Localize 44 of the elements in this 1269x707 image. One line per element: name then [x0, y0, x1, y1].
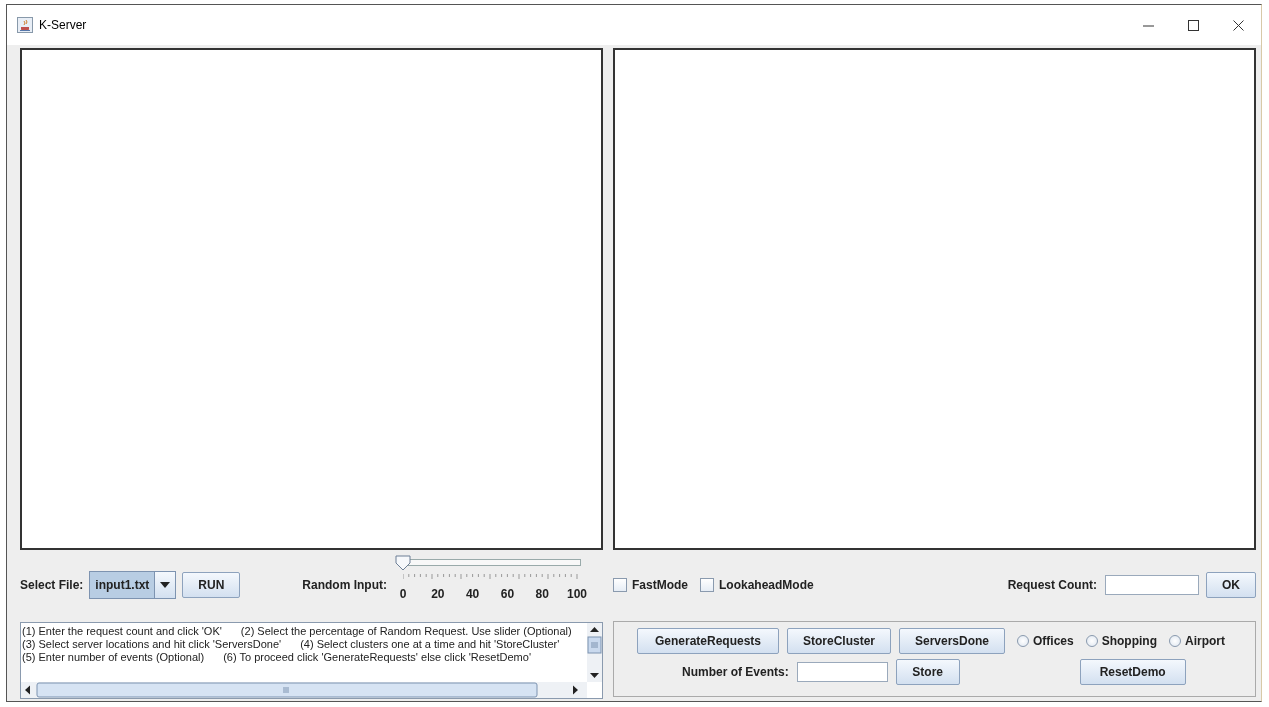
request-count-field[interactable]: [1105, 575, 1199, 595]
action-button[interactable]: StoreCluster: [787, 628, 891, 654]
dropdown-arrow-icon: [160, 582, 171, 588]
radio-button[interactable]: [1085, 635, 1098, 647]
checkbox-label: FastMode: [632, 578, 688, 592]
app-icon: [17, 17, 33, 33]
ok-button[interactable]: OK: [1206, 572, 1256, 598]
tick-label: 20: [431, 587, 445, 601]
instruction-text: (2) Select the percentage of Random Request. Use slider (Optional): [240, 625, 572, 638]
run-button[interactable]: RUN: [182, 572, 241, 598]
random-input-label: Random Input:: [302, 578, 387, 592]
file-dropdown[interactable]: input1.txt: [89, 571, 177, 599]
radio-button[interactable]: [1169, 635, 1181, 647]
number-of-events-field[interactable]: [796, 662, 888, 682]
action-button[interactable]: ServersDone: [899, 628, 1005, 654]
number-of-events-label: Number of Events:: [682, 665, 789, 679]
tick-label: 0: [399, 587, 407, 601]
store-button[interactable]: Store: [895, 659, 960, 685]
vertical-scrollbar: [587, 623, 602, 682]
action-button[interactable]: GenerateRequests: [637, 628, 779, 654]
close-icon[interactable]: [1233, 19, 1244, 31]
maximize-icon[interactable]: [1188, 19, 1199, 31]
checkbox-label: LookaheadMode: [719, 578, 814, 592]
tick-label: 100: [567, 587, 588, 601]
tick-label: 80: [535, 587, 549, 601]
checkbox[interactable]: [613, 578, 627, 592]
checkbox[interactable]: [700, 578, 714, 592]
random-input-slider[interactable]: 0 20 40 60 80 100: [395, 555, 585, 607]
reset-demo-button[interactable]: ResetDemo: [1079, 659, 1186, 685]
instruction-text: (5) Enter number of events (Optional): [22, 651, 205, 664]
radio-label: Offices: [1033, 634, 1074, 648]
instruction-text: (6) To proceed click 'GenerateRequests' else click 'ResetDemo': [223, 651, 531, 664]
radio-label: Shopping: [1101, 634, 1157, 648]
radio-button[interactable]: [1017, 635, 1029, 647]
instruction-text: (1) Enter the request count and click 'OK': [22, 625, 222, 638]
slider-thumb[interactable]: [395, 555, 411, 571]
tick-label: 40: [465, 587, 480, 601]
tick-label: 60: [500, 587, 515, 601]
request-count-label: Request Count:: [1007, 578, 1097, 592]
radio-label: Airport: [1185, 634, 1225, 648]
instruction-text: (3) Select server locations and hit click 'ServersDone': [22, 638, 282, 651]
instruction-text: (4) Select clusters one at a time and hit 'StoreCluster': [300, 638, 560, 651]
select-file-label: Select File:: [20, 578, 84, 592]
window-title: K-Server: [39, 18, 88, 32]
